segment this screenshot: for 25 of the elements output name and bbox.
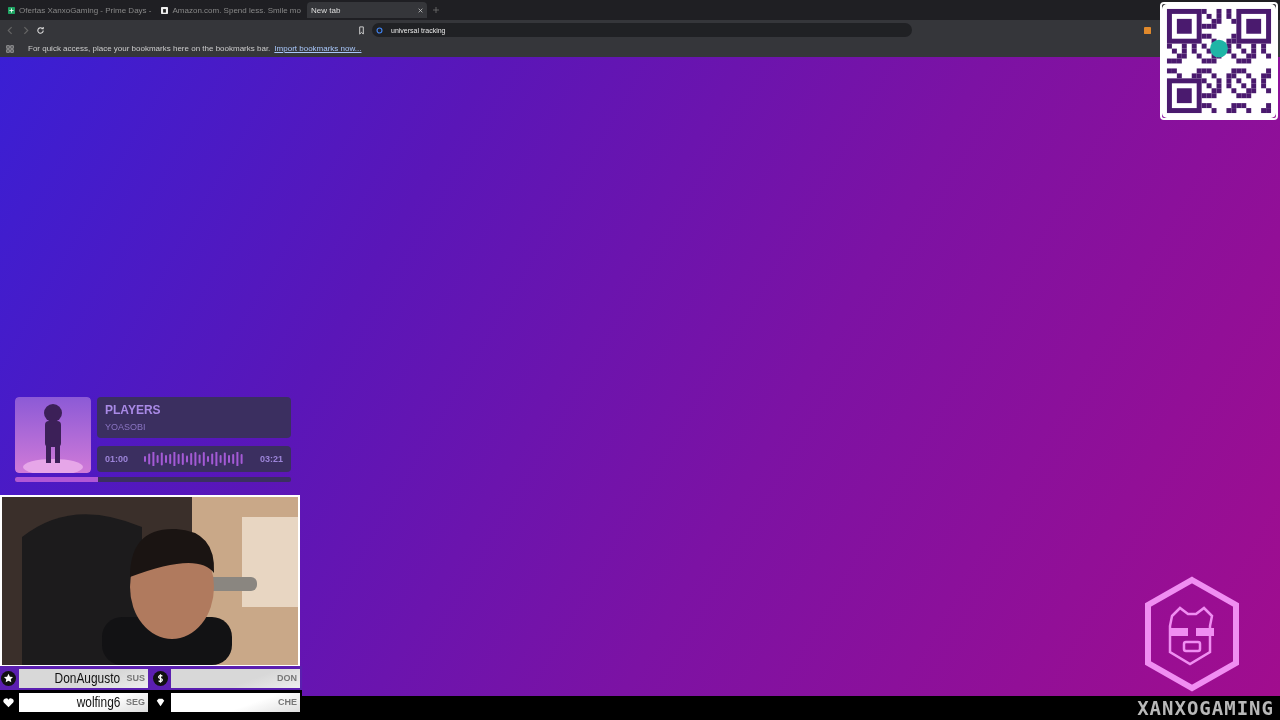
duration-time: 03:21 [259, 454, 283, 464]
google-icon [376, 26, 383, 34]
dollar-icon [153, 670, 168, 686]
viewer-name: wolfing6 [76, 694, 120, 710]
label-tag: SEG [126, 697, 145, 707]
apps-icon[interactable] [6, 44, 14, 53]
close-icon[interactable] [418, 7, 423, 13]
label-tag: SUS [126, 673, 145, 683]
song-title: PLAYERS [105, 403, 162, 417]
browser-tab[interactable]: Ofertas XanxoGaming - Prime Days - [4, 2, 156, 18]
browser-tab[interactable]: Amazon.com. Spend less. Smile mo [157, 2, 305, 18]
artist-name: YOASOBI [105, 422, 147, 432]
label-tag: DON [277, 673, 297, 683]
extension-icon[interactable] [1144, 26, 1151, 34]
brand-name: XANXOGAMING [1137, 697, 1274, 719]
browser-tab[interactable]: New tab [307, 2, 427, 18]
bag-icon [161, 6, 169, 14]
viewer-name: DonAugusto [55, 670, 121, 686]
bookmarks-hint: For quick access, place your bookmarks here on the bookmarks bar. [28, 44, 271, 53]
reload-icon[interactable] [36, 25, 45, 35]
import-bookmarks-link[interactable]: Import bookmarks now... [274, 44, 362, 53]
label-tag: CHE [278, 697, 297, 707]
spreadsheet-icon [8, 6, 15, 14]
elapsed-time: 01:00 [105, 454, 129, 464]
bookmark-icon[interactable] [357, 25, 366, 35]
